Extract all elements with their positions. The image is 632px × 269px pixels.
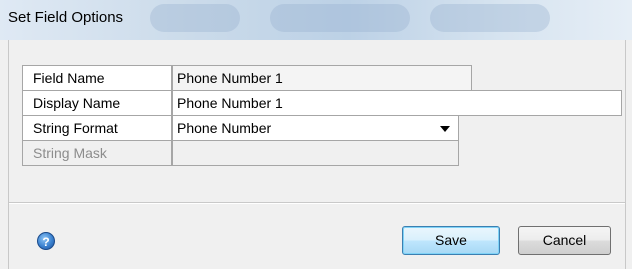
chevron-down-icon[interactable] [440, 126, 450, 132]
cancel-button[interactable]: Cancel [518, 226, 611, 255]
title-bar-blur [150, 4, 240, 32]
string-mask-label: String Mask [22, 140, 172, 166]
title-bar: Set Field Options [0, 0, 632, 40]
display-name-label: Display Name [22, 90, 172, 116]
field-name-value: Phone Number 1 [172, 65, 472, 91]
window-title: Set Field Options [8, 9, 124, 26]
help-icon[interactable]: ? [37, 232, 55, 250]
string-format-dropdown[interactable]: Phone Number [172, 115, 459, 141]
field-name-label: Field Name [22, 65, 172, 91]
field-row-display-name: Display Name Phone Number 1 [22, 90, 622, 116]
string-format-value: Phone Number [177, 120, 272, 136]
display-name-input[interactable]: Phone Number 1 [172, 90, 622, 116]
title-bar-blur [270, 4, 410, 32]
string-format-label: String Format [22, 115, 172, 141]
field-row-string-mask: String Mask [22, 140, 459, 166]
field-row-field-name: Field Name Phone Number 1 [22, 65, 472, 91]
footer-divider-highlight [9, 203, 625, 204]
field-row-string-format: String Format Phone Number [22, 115, 459, 141]
string-mask-input [172, 140, 459, 166]
title-bar-blur [430, 4, 550, 32]
save-button[interactable]: Save [402, 226, 500, 255]
